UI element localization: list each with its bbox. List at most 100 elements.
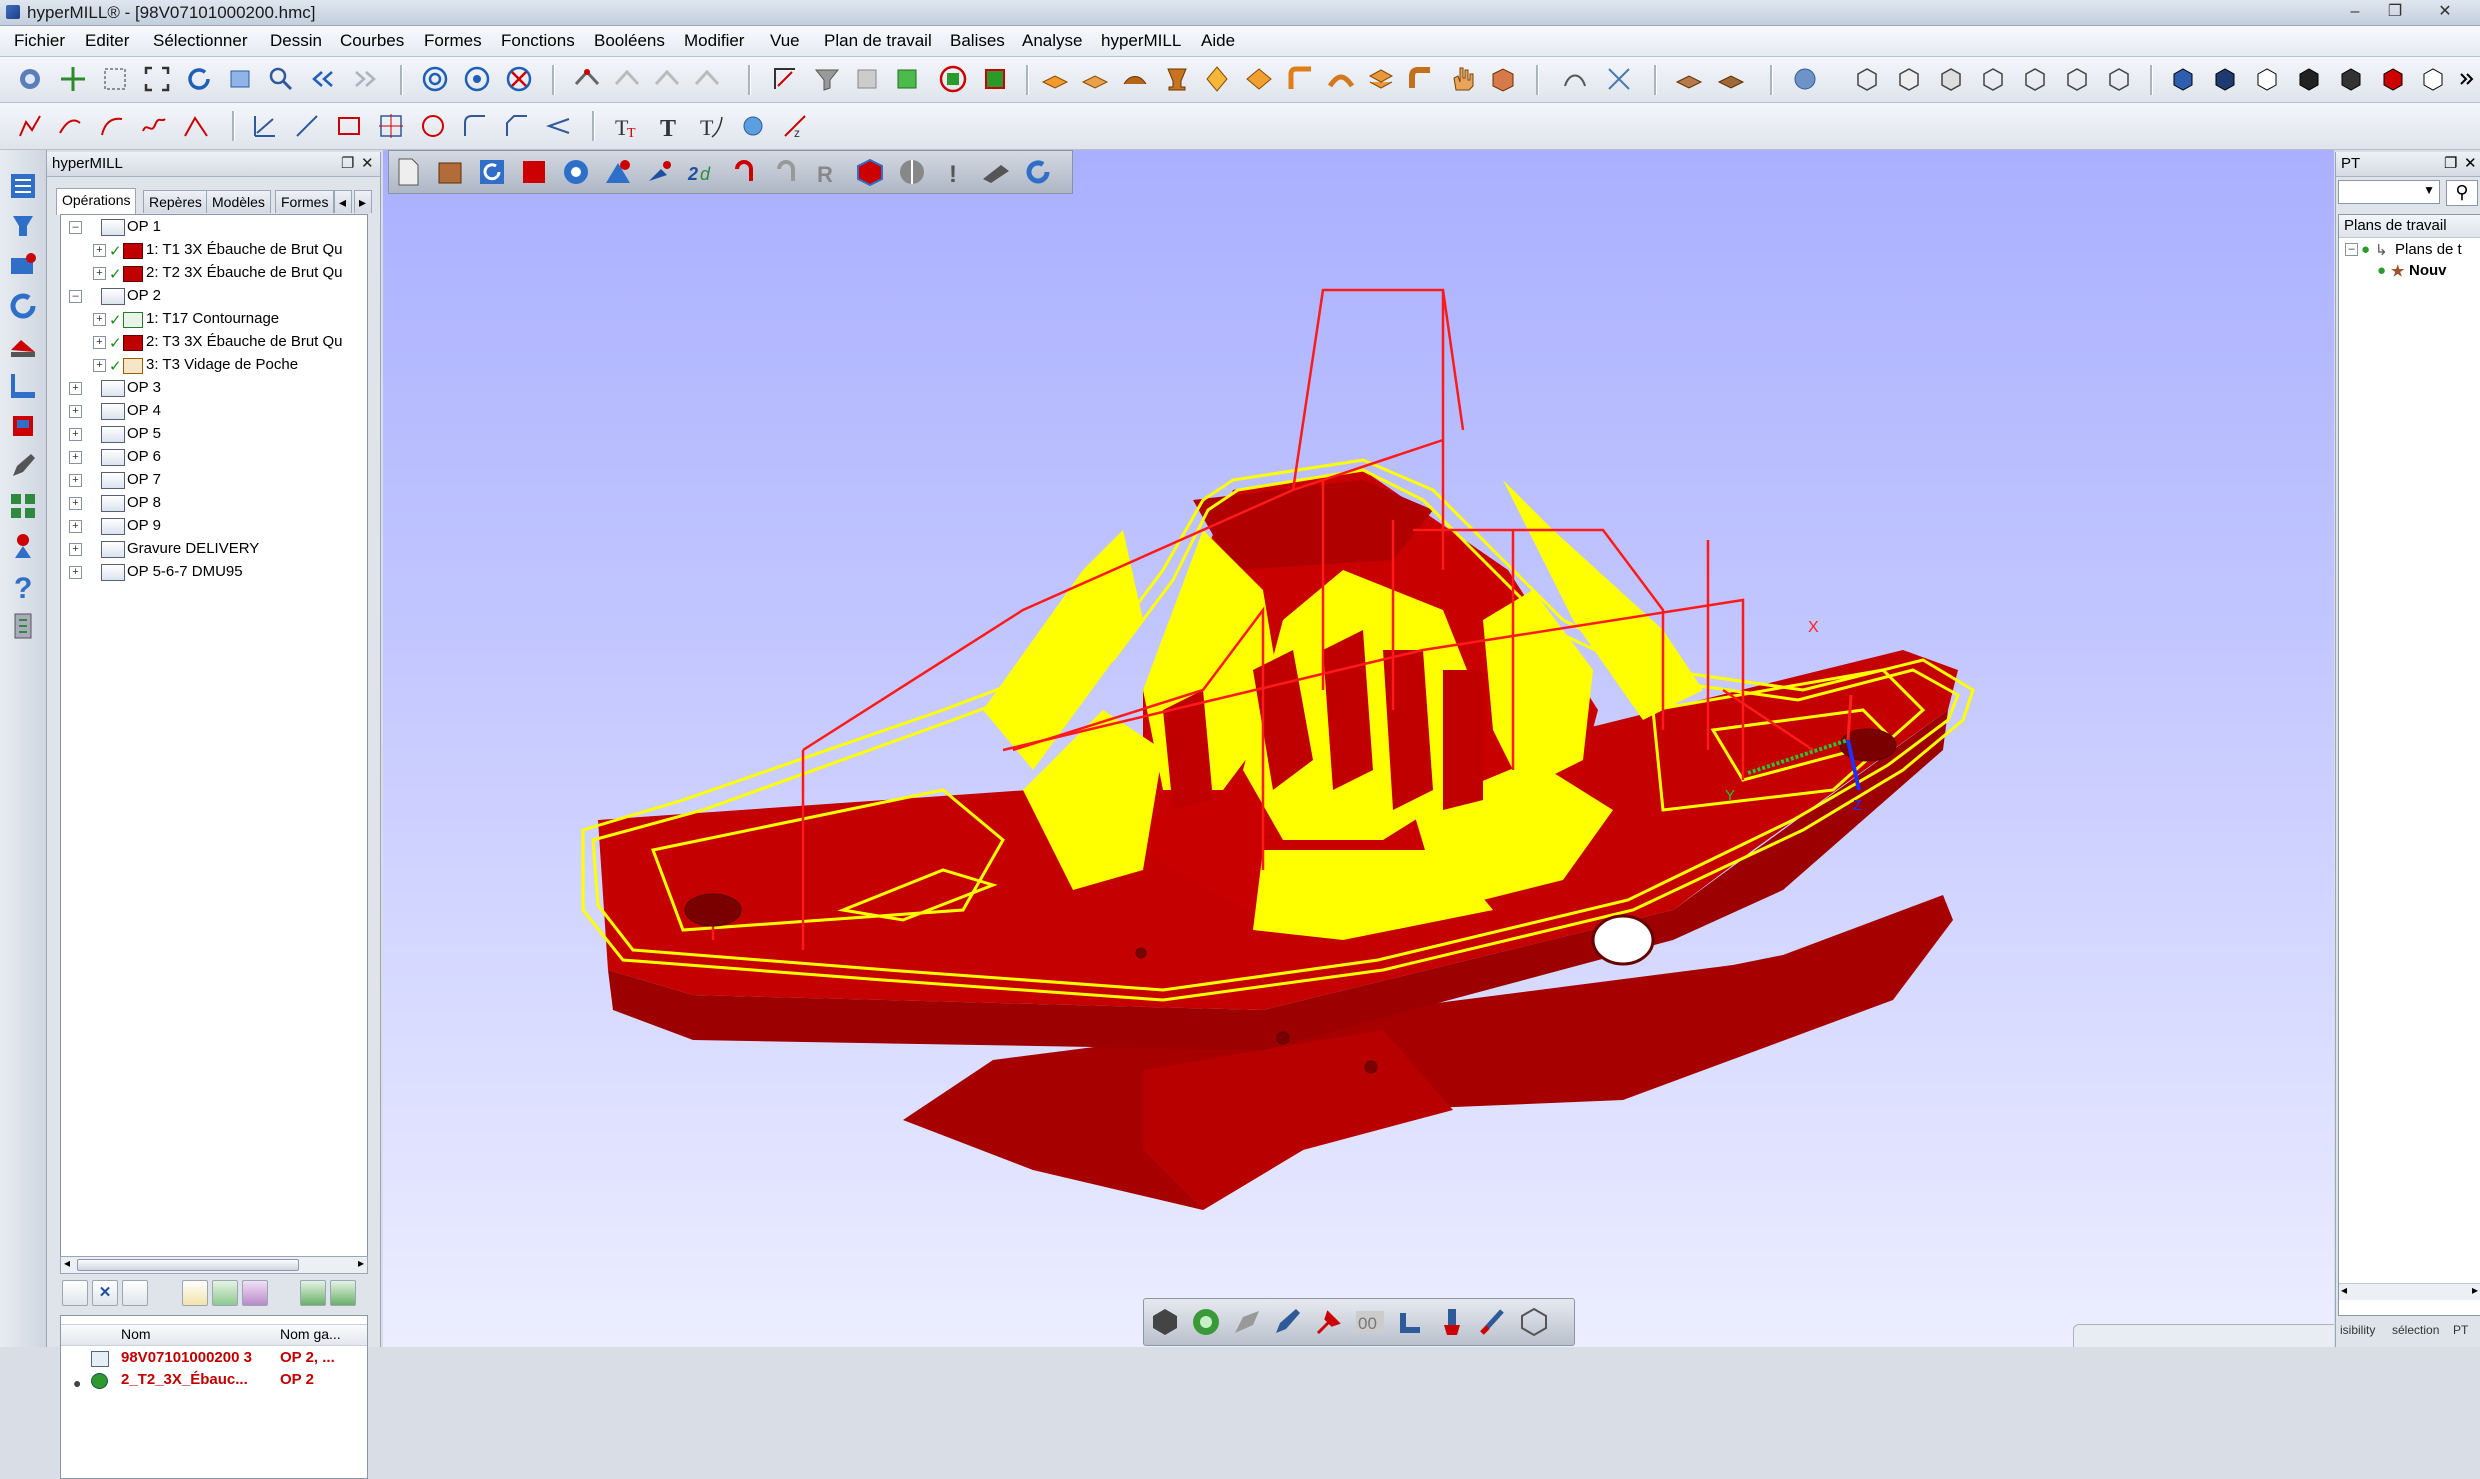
- tab-selection[interactable]: sélection: [2392, 1323, 2439, 1337]
- render-dark-icon[interactable]: [2210, 64, 2240, 94]
- scroll-thumb[interactable]: [77, 1259, 299, 1271]
- wireframe-icon[interactable]: [1560, 64, 1590, 94]
- expand-icon[interactable]: +: [69, 520, 82, 533]
- add-icon[interactable]: [212, 1280, 238, 1306]
- tab-reperes[interactable]: Repères: [143, 190, 208, 213]
- scroll-right-icon[interactable]: ▸: [2472, 1283, 2478, 1297]
- expand-icon[interactable]: +: [93, 313, 106, 326]
- menu-plan-de-travail[interactable]: Plan de travail: [824, 31, 932, 51]
- collapse-icon[interactable]: –: [2345, 243, 2358, 256]
- save-as-icon[interactable]: [980, 64, 1010, 94]
- tree-node-new-workplane[interactable]: ● ★ Nouv: [2345, 262, 2480, 282]
- menu-editer[interactable]: Editer: [85, 31, 129, 51]
- boot-icon[interactable]: [7, 370, 39, 402]
- pipe-icon[interactable]: [1406, 64, 1436, 94]
- mesh-icon[interactable]: [1674, 64, 1704, 94]
- edit-icon[interactable]: [182, 1280, 208, 1306]
- menu-booleens[interactable]: Booléens: [594, 31, 665, 51]
- right-horizontal-scrollbar[interactable]: ◂ ▸: [2339, 1283, 2480, 1300]
- 3d-viewport[interactable]: 2d R ! X Y Z 00: [383, 150, 2334, 1347]
- menu-analyse[interactable]: Analyse: [1022, 31, 1082, 51]
- menu-modifier[interactable]: Modifier: [684, 31, 744, 51]
- plane-2-icon[interactable]: [1080, 64, 1110, 94]
- snap-off-icon[interactable]: [504, 64, 534, 94]
- diamond-icon[interactable]: [1202, 64, 1232, 94]
- snap-center-icon[interactable]: [420, 64, 450, 94]
- diamond-2-icon[interactable]: [1244, 64, 1274, 94]
- minimize-button[interactable]: –: [2338, 2, 2372, 22]
- expand-icon[interactable]: +: [69, 497, 82, 510]
- menu-courbes[interactable]: Courbes: [340, 31, 404, 51]
- layers-icon[interactable]: [1366, 64, 1396, 94]
- menu-fonctions[interactable]: Fonctions: [501, 31, 575, 51]
- next-view-icon[interactable]: [350, 64, 380, 94]
- expand-icon[interactable]: +: [93, 267, 106, 280]
- tree-horizontal-scrollbar[interactable]: ◂ ▸: [60, 1256, 368, 1274]
- chamfer-icon[interactable]: [502, 111, 532, 141]
- gear-text-icon[interactable]: [738, 111, 768, 141]
- render-shaded-icon[interactable]: [2168, 64, 2198, 94]
- job-list-icon[interactable]: [7, 170, 39, 202]
- render-mixed-icon[interactable]: [2336, 64, 2366, 94]
- tab-modeles[interactable]: Modèles: [206, 190, 271, 213]
- shading-icon[interactable]: [1790, 64, 1820, 94]
- expand-icon[interactable]: +: [69, 566, 82, 579]
- expand-icon[interactable]: +: [69, 474, 82, 487]
- scroll-left-icon[interactable]: ◂: [64, 1256, 70, 1270]
- list-item[interactable]: 98V07101000200 3 OP 2, ...: [61, 1347, 367, 1369]
- curve-tool-icon[interactable]: [770, 64, 800, 94]
- tool-icon[interactable]: [7, 210, 39, 242]
- view-front-icon[interactable]: [1894, 64, 1924, 94]
- panel-float-icon[interactable]: ❐: [341, 154, 354, 172]
- toolbar-overflow-icon[interactable]: [2452, 64, 2474, 94]
- move-icon[interactable]: [58, 64, 88, 94]
- fillet-icon[interactable]: [1286, 64, 1316, 94]
- curves-icon[interactable]: [1604, 64, 1634, 94]
- right-panel-float-icon[interactable]: ❐: [2444, 154, 2457, 172]
- column-nom-ga[interactable]: Nom ga...: [280, 1326, 341, 1342]
- plane-icon[interactable]: [1040, 64, 1070, 94]
- surface-tool-4-icon[interactable]: [692, 64, 722, 94]
- pencil-icon[interactable]: [1271, 1305, 1305, 1339]
- surface-tool-icon[interactable]: [572, 64, 602, 94]
- tab-pt[interactable]: PT: [2453, 1323, 2468, 1337]
- import-icon[interactable]: [300, 1280, 326, 1306]
- render-white-icon[interactable]: [2418, 64, 2448, 94]
- previous-view-icon[interactable]: [308, 64, 338, 94]
- view-back-icon[interactable]: [2062, 64, 2092, 94]
- arc-icon[interactable]: [97, 111, 127, 141]
- save-circle-icon[interactable]: [938, 64, 968, 94]
- machine-icon[interactable]: [7, 410, 39, 442]
- magnify-icon[interactable]: [266, 64, 296, 94]
- menu-selectionner[interactable]: Sélectionner: [153, 31, 248, 51]
- expand-icon[interactable]: +: [69, 451, 82, 464]
- expand-icon[interactable]: +: [93, 359, 106, 372]
- select-all-icon[interactable]: [62, 1280, 88, 1306]
- select-icon[interactable]: [100, 64, 130, 94]
- target-icon[interactable]: [242, 1280, 268, 1306]
- counter-icon[interactable]: 00: [1353, 1305, 1387, 1339]
- wizard-icon[interactable]: [7, 530, 39, 562]
- shade-hex-icon[interactable]: [1148, 1305, 1182, 1339]
- part-model[interactable]: X Y Z: [383, 150, 2334, 1347]
- delete-icon[interactable]: ✕: [92, 1280, 118, 1306]
- simulation-icon[interactable]: [7, 330, 39, 362]
- pen-icon[interactable]: [7, 450, 39, 482]
- spline-icon[interactable]: [139, 111, 169, 141]
- brush-icon[interactable]: [1435, 1305, 1469, 1339]
- trim-icon[interactable]: [544, 111, 574, 141]
- close-button[interactable]: ✕: [2428, 2, 2462, 22]
- collapse-icon[interactable]: –: [69, 221, 82, 234]
- expand-icon[interactable]: +: [69, 428, 82, 441]
- menu-fichier[interactable]: Fichier: [14, 31, 65, 51]
- view-top-icon[interactable]: [1936, 64, 1966, 94]
- line-icon[interactable]: [250, 111, 280, 141]
- undo-icon[interactable]: [7, 290, 39, 322]
- cup-icon[interactable]: [1162, 64, 1192, 94]
- sketch-icon[interactable]: [1230, 1305, 1264, 1339]
- tab-scroll-left-icon[interactable]: ◂: [334, 190, 352, 213]
- render-edges-icon[interactable]: [2252, 64, 2282, 94]
- tab-operations[interactable]: Opérations: [56, 188, 137, 215]
- render-hidden-icon[interactable]: [2294, 64, 2324, 94]
- render-color-icon[interactable]: [2378, 64, 2408, 94]
